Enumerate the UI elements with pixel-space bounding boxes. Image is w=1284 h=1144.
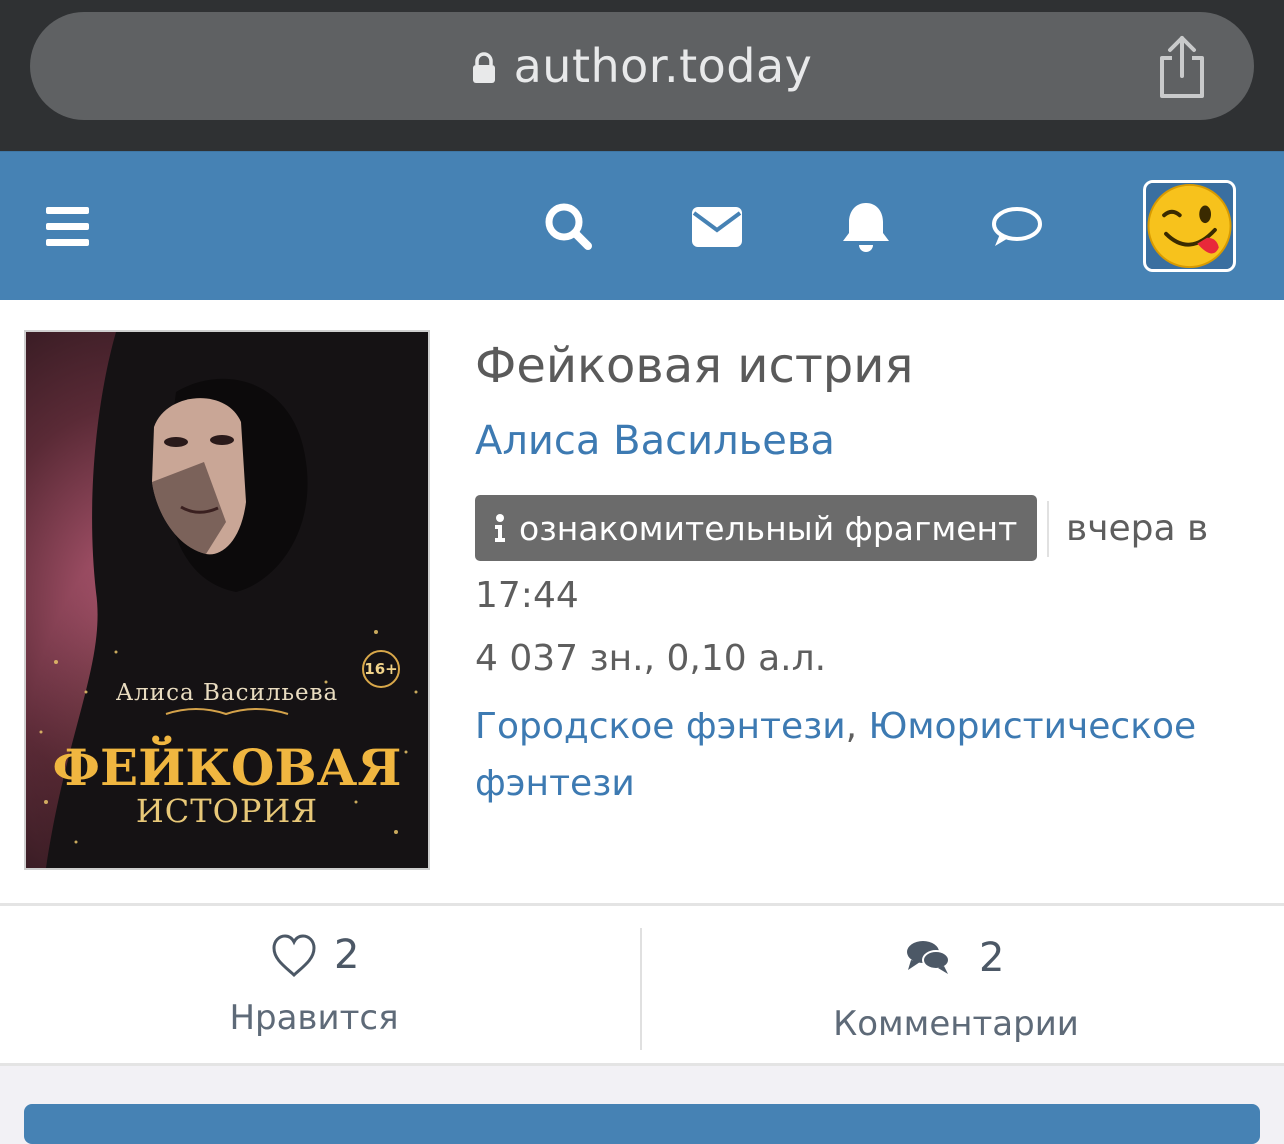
book-author-link[interactable]: Алиса Васильева: [475, 418, 835, 464]
address-bar-content: author.today: [30, 12, 1254, 120]
like-button[interactable]: 2 Нравится: [0, 906, 640, 1063]
book-size: 4 037 зн., 0,10 а.л.: [475, 638, 827, 679]
chat-icon[interactable]: [988, 199, 1044, 255]
update-date: вчера в: [1066, 508, 1209, 549]
comments-icon: [907, 941, 950, 974]
search-icon[interactable]: [540, 199, 596, 255]
book-cover[interactable]: 16+ Алиса Васильева ФЕЙКОВАЯ ИСТОРИЯ: [24, 330, 430, 870]
primary-action-button[interactable]: [24, 1104, 1260, 1144]
likes-label: Нравится: [229, 998, 399, 1038]
book-title: Фейковая истрия: [475, 338, 914, 394]
site-header: [0, 151, 1284, 300]
mail-icon[interactable]: [689, 199, 745, 255]
comments-count: 2: [979, 935, 1005, 981]
browser-toolbar: author.today: [0, 0, 1284, 151]
actions-bar: 2 Нравится 2 Комментарии: [0, 903, 1284, 1066]
genre-list: Городское фэнтези, Юмористическое фэнтез…: [475, 698, 1235, 812]
info-icon: [495, 514, 505, 542]
cover-title-line1: ФЕЙКОВАЯ: [52, 738, 402, 797]
genre-separator: ,: [845, 706, 869, 747]
book-meta: ознакомительный фрагмент вчера в: [475, 495, 1235, 565]
cover-title-line2: ИСТОРИЯ: [135, 792, 319, 830]
genre-link[interactable]: Городское фэнтези: [475, 706, 846, 747]
fragment-badge-label: ознакомительный фрагмент: [519, 508, 1018, 548]
share-icon[interactable]: [1154, 34, 1210, 100]
winking-face-icon: [1146, 183, 1233, 269]
comments-label: Комментарии: [833, 1004, 1079, 1044]
bell-icon[interactable]: [838, 199, 894, 255]
likes-count: 2: [334, 932, 360, 978]
book-card: 16+ Алиса Васильева ФЕЙКОВАЯ ИСТОРИЯ Фей…: [0, 300, 1284, 903]
user-avatar[interactable]: [1143, 180, 1236, 272]
url-domain: author.today: [513, 39, 813, 93]
menu-icon[interactable]: [40, 199, 96, 255]
cover-author: Алиса Васильева: [115, 680, 339, 706]
meta-divider: [1047, 501, 1049, 557]
fragment-badge: ознакомительный фрагмент: [475, 495, 1038, 561]
heart-icon: [272, 934, 316, 978]
comments-button[interactable]: 2 Комментарии: [642, 906, 1284, 1063]
address-bar[interactable]: author.today: [30, 12, 1254, 120]
lock-icon: [472, 52, 495, 83]
update-time: 17:44: [475, 575, 579, 616]
